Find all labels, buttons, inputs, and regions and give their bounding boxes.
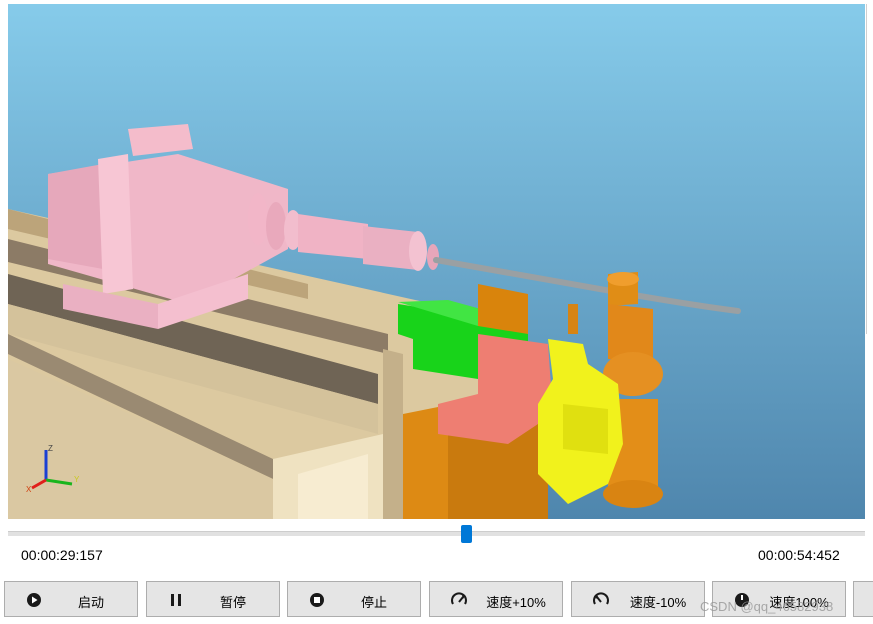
overflow-button[interactable] bbox=[853, 581, 873, 617]
stop-button[interactable]: 停止 bbox=[287, 581, 421, 617]
play-icon bbox=[25, 591, 43, 609]
watermark: CSDN @qq_46582938 bbox=[700, 599, 834, 614]
pause-button[interactable]: 暂停 bbox=[146, 581, 280, 617]
timeline-track[interactable] bbox=[8, 531, 865, 536]
simulation-viewport[interactable]: Z Y X bbox=[8, 4, 865, 519]
svg-text:X: X bbox=[26, 485, 32, 494]
speed-up-icon bbox=[450, 591, 468, 609]
machine-scene bbox=[8, 4, 865, 519]
speed-up-button[interactable]: 速度+10% bbox=[429, 581, 563, 617]
speed-down-button[interactable]: 速度-10% bbox=[571, 581, 705, 617]
svg-text:Z: Z bbox=[48, 444, 53, 453]
timeline-thumb[interactable] bbox=[461, 525, 472, 543]
panel-edge bbox=[866, 4, 873, 334]
stop-icon bbox=[308, 591, 326, 609]
axes-triad: Z Y X bbox=[26, 444, 80, 494]
timeline-slider[interactable] bbox=[8, 525, 865, 543]
pause-icon bbox=[167, 591, 185, 609]
current-time: 00:00:29:157 bbox=[21, 547, 103, 563]
svg-text:Y: Y bbox=[74, 475, 80, 484]
total-time: 00:00:54:452 bbox=[758, 547, 840, 563]
start-button[interactable]: 启动 bbox=[4, 581, 138, 617]
speed-down-icon bbox=[592, 591, 610, 609]
